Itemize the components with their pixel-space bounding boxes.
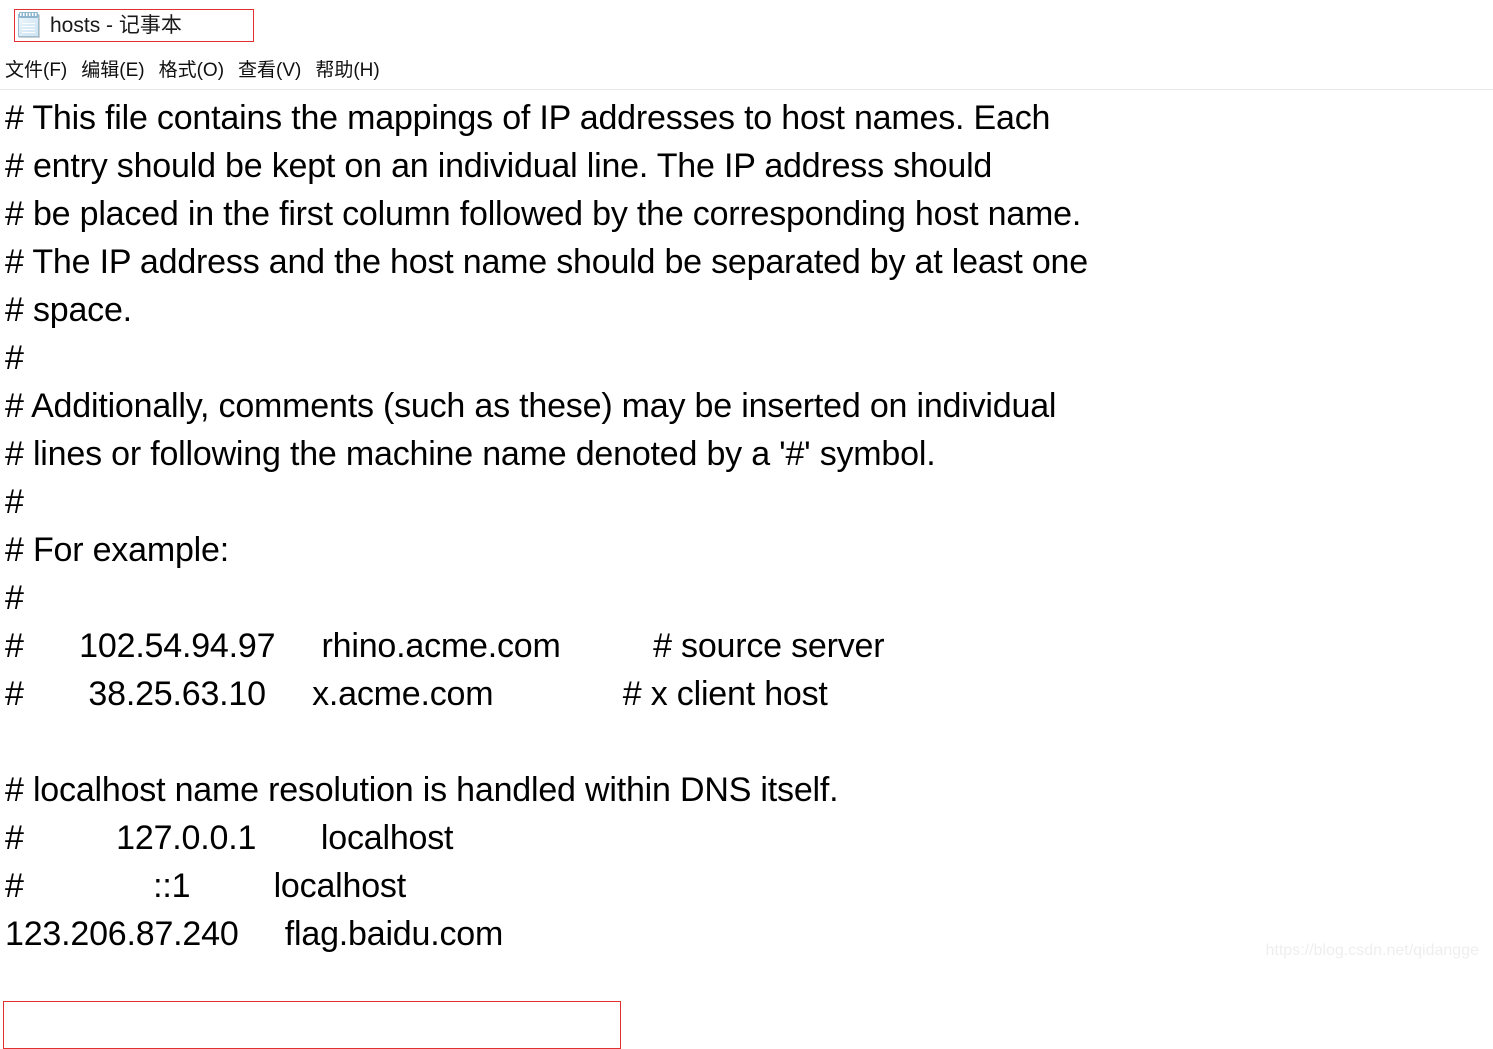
hosts-file-content[interactable]: # This file contains the mappings of IP … — [5, 94, 1088, 958]
title-bar: hosts - 记事本 — [0, 0, 1493, 52]
menu-item-format[interactable]: 格式(O) — [159, 59, 224, 83]
window-title: hosts - 记事本 — [50, 13, 182, 37]
menu-item-help[interactable]: 帮助(H) — [315, 59, 379, 83]
menu-item-view[interactable]: 查看(V) — [238, 59, 301, 83]
watermark: https://blog.csdn.net/qidangge — [1265, 942, 1480, 959]
notepad-icon-spiral — [19, 12, 38, 18]
menu-item-file[interactable]: 文件(F) — [5, 59, 67, 83]
text-editor-area[interactable]: # This file contains the mappings of IP … — [0, 92, 1493, 1049]
menu-item-edit[interactable]: 编辑(E) — [81, 59, 144, 83]
menubar-divider — [0, 89, 1493, 90]
menu-bar: 文件(F) 编辑(E) 格式(O) 查看(V) 帮助(H) — [0, 54, 1493, 88]
notepad-icon — [16, 12, 42, 39]
flag-entry-highlight-box — [3, 1001, 621, 1049]
window-title-row: hosts - 记事本 — [16, 10, 182, 41]
notepad-icon-lines — [22, 23, 35, 34]
